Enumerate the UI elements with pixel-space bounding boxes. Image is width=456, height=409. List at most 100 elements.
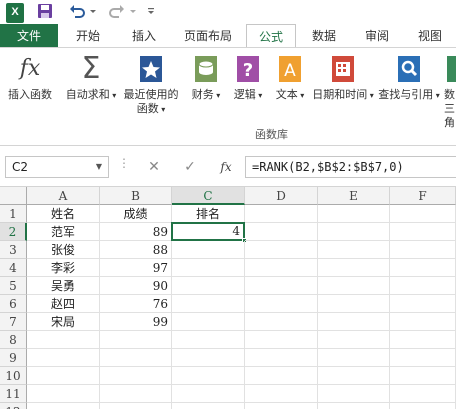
cell-a7[interactable]: 宋局 [27,313,100,331]
cell-c6[interactable] [172,295,245,313]
enter-icon[interactable]: ✓ [180,156,200,178]
datetime-button[interactable]: 日期和时间 ▾ [310,54,376,103]
cell-f3[interactable] [390,241,456,259]
cell-f12[interactable] [390,403,456,409]
cell-b2[interactable]: 89 [100,223,172,241]
tab-view[interactable]: 视图 [410,24,450,48]
row-header-4[interactable]: 4 [0,259,27,277]
column-header-f[interactable]: F [390,187,456,205]
cell-f10[interactable] [390,367,456,385]
cell-e10[interactable] [318,367,390,385]
cell-d5[interactable] [245,277,318,295]
tab-page-layout[interactable]: 页面布局 [175,24,241,48]
cell-d11[interactable] [245,385,318,403]
cell-e12[interactable] [318,403,390,409]
cell-d10[interactable] [245,367,318,385]
cell-d12[interactable] [245,403,318,409]
column-header-a[interactable]: A [27,187,100,205]
cell-b12[interactable] [100,403,172,409]
column-header-d[interactable]: D [245,187,318,205]
cell-a3[interactable]: 张俊 [27,241,100,259]
chevron-down-icon[interactable]: ▼ [96,157,102,177]
cell-f6[interactable] [390,295,456,313]
cell-b8[interactable] [100,331,172,349]
cell-a1[interactable]: 姓名 [27,205,100,223]
cell-b11[interactable] [100,385,172,403]
cell-a6[interactable]: 赵四 [27,295,100,313]
row-header-2[interactable]: 2 [0,223,27,241]
save-icon[interactable] [36,2,54,22]
cell-f11[interactable] [390,385,456,403]
cell-d1[interactable] [245,205,318,223]
cell-f5[interactable] [390,277,456,295]
cell-c1[interactable]: 排名 [172,205,245,223]
cell-b5[interactable]: 90 [100,277,172,295]
undo-icon[interactable] [68,2,86,22]
cell-a4[interactable]: 李彩 [27,259,100,277]
name-box[interactable]: C2 ▼ [5,156,109,178]
cell-c4[interactable] [172,259,245,277]
cell-c7[interactable] [172,313,245,331]
cell-a2[interactable]: 范军 [27,223,100,241]
select-all-corner[interactable] [0,187,27,205]
cell-b9[interactable] [100,349,172,367]
cell-b1[interactable]: 成绩 [100,205,172,223]
text-button[interactable]: A 文本 ▾ [272,54,308,103]
cell-b4[interactable]: 97 [100,259,172,277]
cell-a11[interactable] [27,385,100,403]
tab-formulas[interactable]: 公式 [246,24,296,49]
cell-e3[interactable] [318,241,390,259]
cell-e9[interactable] [318,349,390,367]
insert-function-button[interactable]: fx 插入函数 [2,54,58,102]
cell-a8[interactable] [27,331,100,349]
cell-e1[interactable] [318,205,390,223]
column-header-b[interactable]: B [100,187,172,205]
cell-e11[interactable] [318,385,390,403]
autosum-button[interactable]: Σ 自动求和 ▾ [64,54,118,103]
cell-a5[interactable]: 吴勇 [27,277,100,295]
recently-used-button[interactable]: 最近使用的 函数 ▾ [120,54,182,117]
cell-f8[interactable] [390,331,456,349]
tab-file[interactable]: 文件 [0,24,58,48]
cell-e6[interactable] [318,295,390,313]
row-header-12[interactable]: 12 [0,403,27,409]
cell-e5[interactable] [318,277,390,295]
cell-c9[interactable] [172,349,245,367]
cell-c5[interactable] [172,277,245,295]
cell-c3[interactable] [172,241,245,259]
financial-button[interactable]: 财务 ▾ [186,54,226,103]
cell-b10[interactable] [100,367,172,385]
tab-insert[interactable]: 插入 [124,24,164,48]
cell-b7[interactable]: 99 [100,313,172,331]
cell-d4[interactable] [245,259,318,277]
cell-b3[interactable]: 88 [100,241,172,259]
cell-f7[interactable] [390,313,456,331]
cell-c2[interactable]: 4 [171,222,245,241]
logical-button[interactable]: ? 逻辑 ▾ [230,54,266,103]
cell-e8[interactable] [318,331,390,349]
lookup-reference-button[interactable]: 查找与引用 ▾ [376,54,442,103]
cell-e7[interactable] [318,313,390,331]
redo-icon[interactable] [108,2,126,22]
undo-dropdown-icon[interactable] [88,2,98,22]
cancel-icon[interactable]: ✕ [144,156,164,178]
cell-d8[interactable] [245,331,318,349]
customize-qat-icon[interactable] [146,2,156,22]
redo-dropdown-icon[interactable] [128,2,138,22]
cell-c8[interactable] [172,331,245,349]
cell-f9[interactable] [390,349,456,367]
cell-d6[interactable] [245,295,318,313]
formula-bar-resize-handle[interactable]: ⋮ [118,156,130,170]
cell-e4[interactable] [318,259,390,277]
formula-input[interactable]: =RANK(B2,$B$2:$B$7,0) [245,156,456,178]
cell-f4[interactable] [390,259,456,277]
cell-a12[interactable] [27,403,100,409]
cell-d7[interactable] [245,313,318,331]
cell-f2[interactable] [390,223,456,241]
row-header-6[interactable]: 6 [0,295,27,313]
cell-a10[interactable] [27,367,100,385]
cell-e2[interactable] [318,223,390,241]
tab-home[interactable]: 开始 [68,24,108,48]
column-header-e[interactable]: E [318,187,390,205]
cell-c12[interactable] [172,403,245,409]
